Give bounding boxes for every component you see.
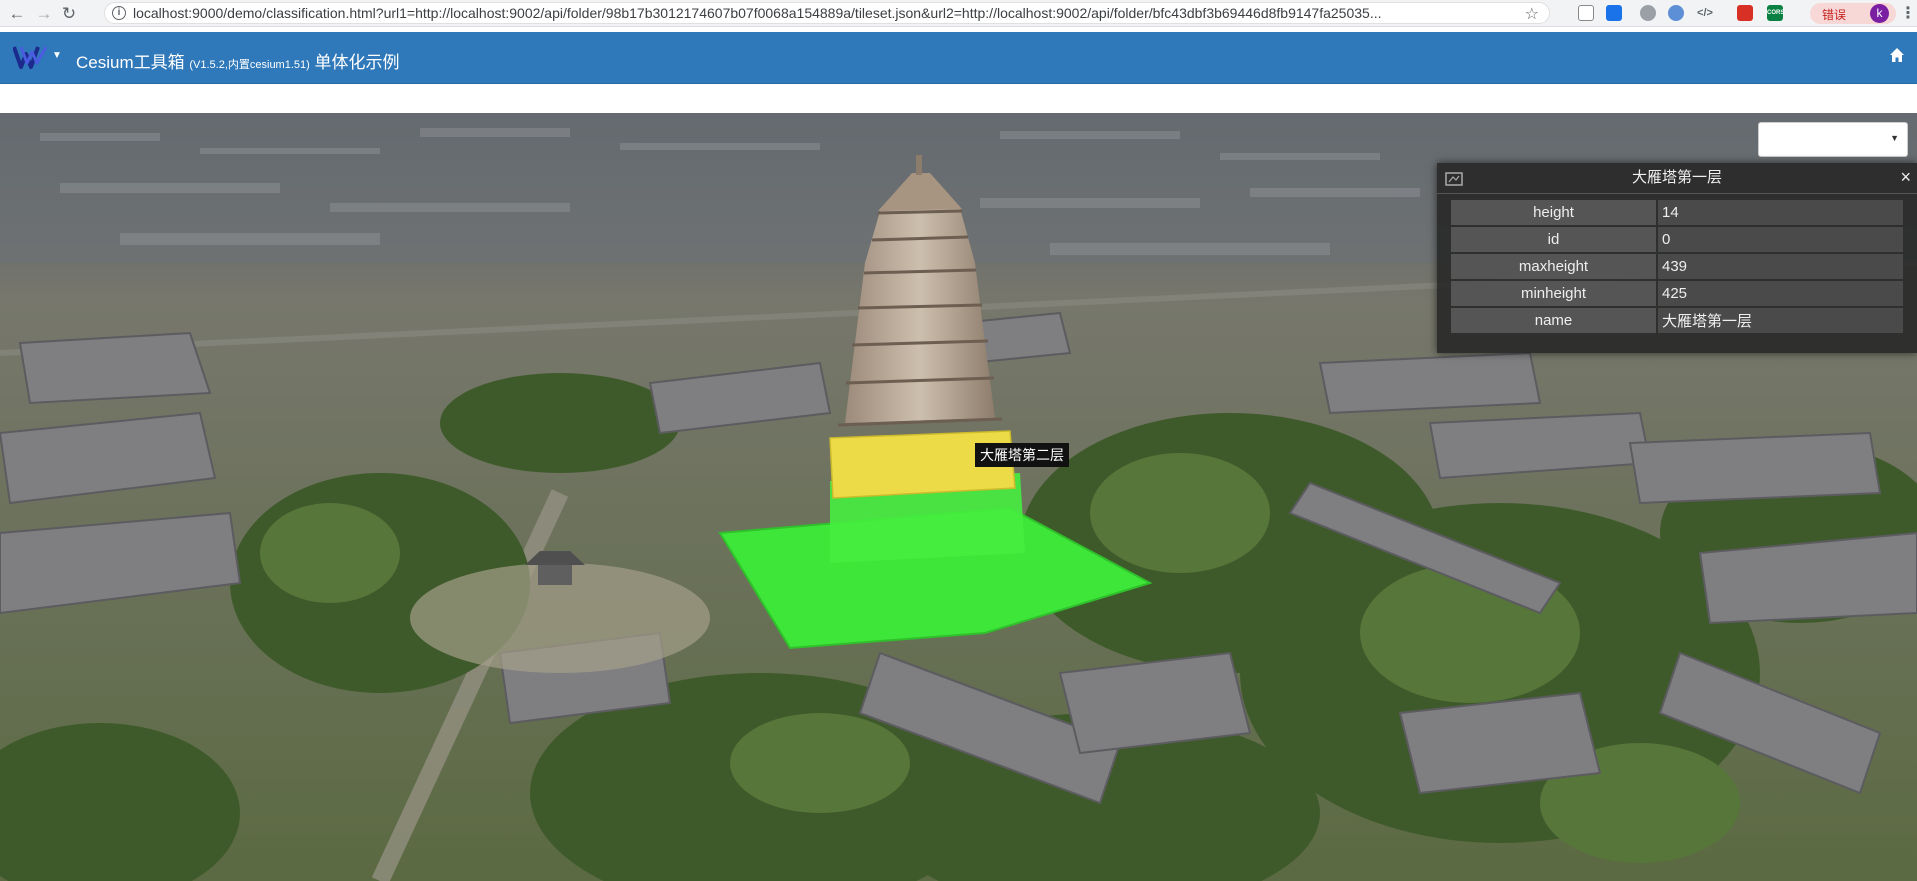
shield-icon[interactable] — [1578, 5, 1594, 21]
circle-icon[interactable] — [1640, 5, 1656, 21]
property-key: maxheight — [1451, 254, 1656, 279]
app-name: Cesium工具箱 — [76, 53, 185, 72]
table-row: height 14 — [1451, 200, 1903, 225]
avatar[interactable]: k — [1870, 4, 1889, 23]
table-row: name 大雁塔第一层 — [1451, 308, 1903, 333]
property-value: 425 — [1658, 281, 1903, 306]
link-icon[interactable] — [1606, 5, 1622, 21]
hover-feature-label: 大雁塔第二层 — [975, 443, 1069, 467]
app-header: ▼ Cesium工具箱 (V1.5.2,内置cesium1.51) 单体化示例 — [0, 32, 1917, 84]
properties-table: height 14 id 0 maxheight 439 minheight 4… — [1449, 198, 1905, 335]
scene-select[interactable]: ▼ — [1758, 122, 1908, 157]
close-icon[interactable]: × — [1900, 167, 1911, 188]
error-label: 错误 — [1822, 8, 1847, 22]
property-value: 14 — [1658, 200, 1903, 225]
table-row: id 0 — [1451, 227, 1903, 252]
property-key: id — [1451, 227, 1656, 252]
feature-infobox: 大雁塔第一层 × height 14 id 0 maxheight 439 mi… — [1437, 163, 1917, 353]
pdf-icon[interactable] — [1737, 5, 1753, 21]
reload-icon[interactable]: ↻ — [58, 3, 80, 25]
app-version: (V1.5.2,内置cesium1.51) — [189, 59, 310, 71]
info-icon[interactable]: i — [112, 6, 126, 20]
w-logo-icon[interactable] — [13, 44, 47, 70]
property-value: 0 — [1658, 227, 1903, 252]
error-indicator[interactable]: 错误 k — [1810, 3, 1896, 24]
address-bar[interactable]: i localhost:9000/demo/classification.htm… — [104, 2, 1550, 24]
property-value: 439 — [1658, 254, 1903, 279]
infobox-title: 大雁塔第一层 — [1437, 163, 1917, 194]
bookmark-star-icon[interactable]: ☆ — [1525, 4, 1539, 23]
table-row: maxheight 439 — [1451, 254, 1903, 279]
property-key: name — [1451, 308, 1656, 333]
toolbar-strip — [0, 84, 1917, 113]
chevron-down-icon: ▼ — [1890, 133, 1899, 143]
cors-icon[interactable]: CORS — [1767, 5, 1784, 21]
address-url[interactable]: localhost:9000/demo/classification.html?… — [133, 5, 1509, 21]
table-row: minheight 425 — [1451, 281, 1903, 306]
back-arrow-icon[interactable]: ← — [6, 3, 28, 25]
compass-icon[interactable] — [1668, 5, 1684, 21]
browser-toolbar: ← → ↻ i localhost:9000/demo/classificati… — [0, 0, 1917, 27]
forward-arrow-icon[interactable]: → — [33, 3, 55, 25]
property-value: 大雁塔第一层 — [1658, 308, 1903, 333]
property-key: minheight — [1451, 281, 1656, 306]
property-key: height — [1451, 200, 1656, 225]
home-icon[interactable] — [1889, 47, 1905, 63]
demo-subtitle: 单体化示例 — [314, 53, 400, 72]
page-title: Cesium工具箱 (V1.5.2,内置cesium1.51) 单体化示例 — [76, 48, 400, 73]
camera-icon[interactable] — [1445, 170, 1463, 186]
code-icon[interactable]: </> — [1697, 5, 1713, 21]
menu-kebab-icon[interactable]: ⋮ — [1900, 3, 1916, 23]
logo-caret-icon[interactable]: ▼ — [52, 50, 62, 61]
